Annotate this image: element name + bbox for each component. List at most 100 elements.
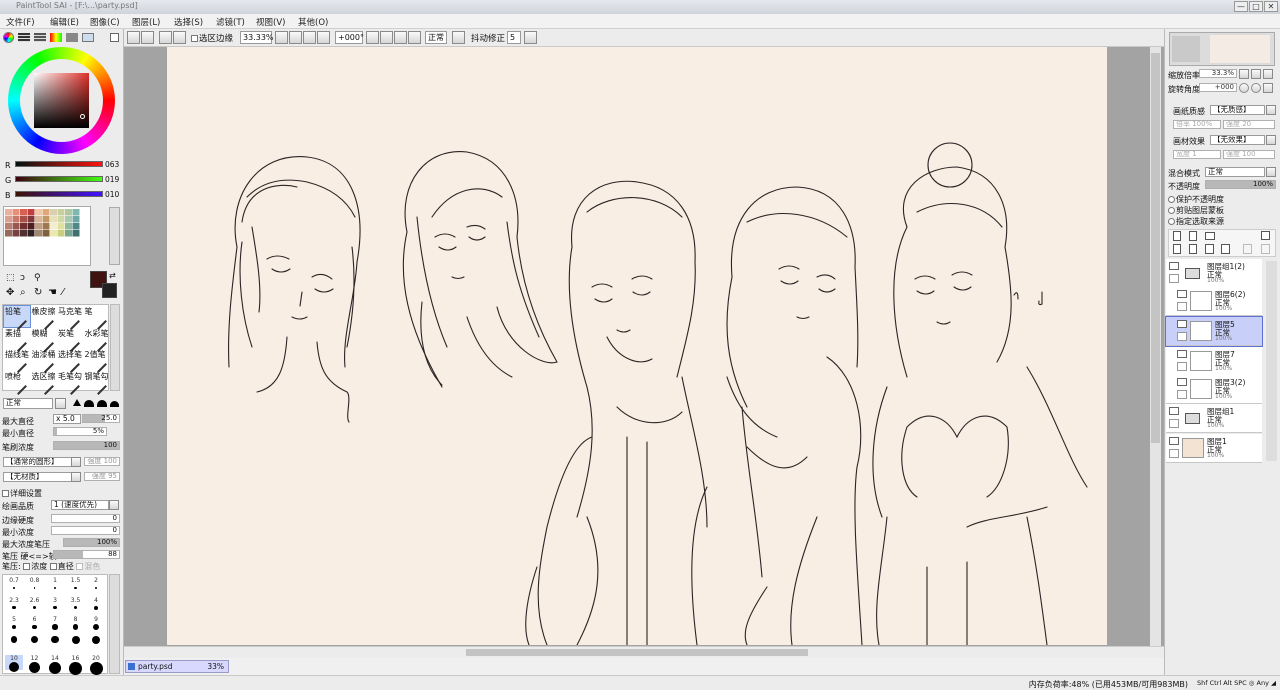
stabilizer-field[interactable]: 5 <box>507 31 521 44</box>
zoom-reset-button[interactable] <box>303 31 316 44</box>
brush-size-preset[interactable]: 0.8 <box>26 577 44 592</box>
copy-layer-icon[interactable] <box>1173 244 1181 254</box>
color-swatch[interactable] <box>65 230 72 237</box>
brush-tool-5[interactable]: 素描 <box>4 328 30 352</box>
new-linework-layer-icon[interactable] <box>1189 231 1197 241</box>
horizontal-scroll-thumb[interactable] <box>466 649 808 656</box>
brush-tool-1[interactable]: 铅笔 <box>3 305 31 330</box>
brush-size-preset[interactable]: 4 <box>87 597 105 612</box>
brush-tool-14[interactable]: 选区擦 <box>31 371 57 395</box>
vertical-scroll-thumb[interactable] <box>1151 53 1160 443</box>
brush-tool-6[interactable]: 模糊 <box>31 328 57 352</box>
minimize-button[interactable]: — <box>1234 1 1248 12</box>
color-swatch[interactable] <box>5 223 12 230</box>
marquee-icon[interactable]: ⬚ <box>6 273 15 283</box>
layer-lock-checkbox[interactable] <box>1177 332 1187 341</box>
nav-zoom-reset[interactable] <box>1263 69 1273 79</box>
brush-tool-8[interactable]: 水彩笔 <box>84 328 110 352</box>
pressure-density-checkbox[interactable] <box>23 563 31 570</box>
quality-dropdown[interactable] <box>109 500 119 510</box>
rotate-reset-button[interactable] <box>394 31 407 44</box>
blend-mode-dropdown[interactable] <box>55 398 66 409</box>
max-size-multiplier[interactable]: x 5.0 <box>53 414 81 424</box>
hand-icon[interactable]: ☚ <box>48 287 57 298</box>
selection-source-checkbox[interactable] <box>1168 218 1175 225</box>
color-swatch[interactable] <box>50 223 57 230</box>
zoom-icon[interactable]: ⌕ <box>20 287 26 298</box>
brush-size-preset[interactable]: 1.5 <box>67 577 85 592</box>
shape-strength-slider[interactable]: 强度 100 <box>84 457 120 466</box>
g-slider[interactable] <box>15 176 103 182</box>
color-swatch[interactable] <box>27 223 35 230</box>
move-icon[interactable]: ✥ <box>6 287 14 298</box>
brush-size-preset[interactable]: 5 <box>5 616 23 631</box>
brush-tool-2[interactable]: 橡皮擦 <box>31 306 57 330</box>
color-swatch[interactable] <box>12 216 20 223</box>
view-mode-field[interactable]: 正常 <box>425 31 447 44</box>
deselect-button[interactable] <box>159 31 172 44</box>
zoom-field[interactable]: 33.33% <box>240 31 274 44</box>
brush-shape-dropdown[interactable] <box>71 457 81 467</box>
rgb-slider-tab[interactable] <box>18 33 30 42</box>
color-swatch[interactable] <box>42 230 50 237</box>
effect-strength-slider[interactable]: 强度 100 <box>1223 150 1275 159</box>
navigator-preview[interactable] <box>1169 32 1275 66</box>
saturation-value-square[interactable] <box>34 73 89 128</box>
brush-size-preset[interactable]: 14 <box>46 655 64 674</box>
nav-rotate-slider[interactable]: +000 <box>1199 83 1237 92</box>
layer-list-scrollbar[interactable] <box>1266 261 1277 461</box>
brush-size-preset[interactable]: 2.6 <box>26 597 44 612</box>
layer-row[interactable]: 图层6(2) 正常 100% <box>1166 287 1262 316</box>
color-swatch[interactable] <box>72 230 80 237</box>
brush-size-preset[interactable]: 2.3 <box>5 597 23 612</box>
b-slider[interactable] <box>15 191 103 197</box>
color-swatch[interactable] <box>50 209 57 216</box>
menu-select[interactable]: 选择(S) <box>174 16 203 28</box>
delete-layer-icon[interactable] <box>1221 244 1230 254</box>
color-swatch[interactable] <box>57 209 65 216</box>
stabilizer-dropdown[interactable] <box>524 31 537 44</box>
document-tab[interactable]: party.psd 33% <box>125 660 229 673</box>
brush-size-preset[interactable]: 8 <box>67 616 85 631</box>
color-swatch[interactable] <box>72 209 80 216</box>
brush-size-preset[interactable] <box>46 635 64 651</box>
detail-settings-checkbox[interactable] <box>2 490 9 497</box>
panel-toggle[interactable] <box>110 33 119 42</box>
layer-row[interactable]: 图层组1(2) 正常 100% <box>1166 259 1262 288</box>
color-swatch[interactable] <box>72 216 80 223</box>
layer-visibility-icon[interactable] <box>1177 290 1187 298</box>
effect-dropdown[interactable] <box>1266 135 1276 145</box>
color-swatch[interactable] <box>27 209 35 216</box>
color-swatch[interactable] <box>65 209 72 216</box>
eyedropper-icon[interactable]: ⁄ <box>62 287 64 298</box>
brush-size-preset[interactable] <box>87 635 105 651</box>
layer-visibility-icon[interactable] <box>1177 320 1187 328</box>
color-swatch[interactable] <box>5 209 12 216</box>
brush-size-preset[interactable]: 10 <box>5 655 23 672</box>
pressure-size-checkbox[interactable] <box>49 563 57 570</box>
paper-texture-dropdown[interactable] <box>1266 105 1276 115</box>
effect-select[interactable]: 【无效果】 <box>1210 135 1265 145</box>
flip-button[interactable] <box>408 31 421 44</box>
brush-tool-3[interactable]: 马克笔 <box>57 306 83 330</box>
max-size-slider[interactable]: 25.0 <box>82 414 120 423</box>
vertical-scrollbar[interactable] <box>1150 47 1161 646</box>
min-density-slider[interactable]: 0 <box>51 526 120 535</box>
brush-tool-13[interactable]: 喷枪 <box>4 371 30 395</box>
nav-rotate-reset[interactable] <box>1263 83 1273 93</box>
brush-size-preset[interactable]: 7 <box>46 616 64 631</box>
layer-lock-checkbox[interactable] <box>1177 302 1187 311</box>
brush-texture-select[interactable]: 【无材质】 <box>3 472 81 482</box>
detail-settings-toggle[interactable]: 详细设置 <box>2 488 42 499</box>
color-swatch[interactable] <box>42 223 50 230</box>
swatch-grid[interactable] <box>4 207 92 267</box>
color-mix-tab[interactable] <box>50 33 62 42</box>
color-wheel[interactable] <box>8 47 115 154</box>
color-swatch[interactable] <box>12 209 20 216</box>
texture-strength-slider[interactable]: 强度 95 <box>84 472 120 481</box>
color-swatch[interactable] <box>20 223 27 230</box>
brush-size-preset[interactable]: 12 <box>26 655 44 673</box>
edge-blur-icon[interactable] <box>110 401 119 407</box>
layer-lock-checkbox[interactable] <box>1177 390 1187 399</box>
rotate-right-button[interactable] <box>380 31 393 44</box>
